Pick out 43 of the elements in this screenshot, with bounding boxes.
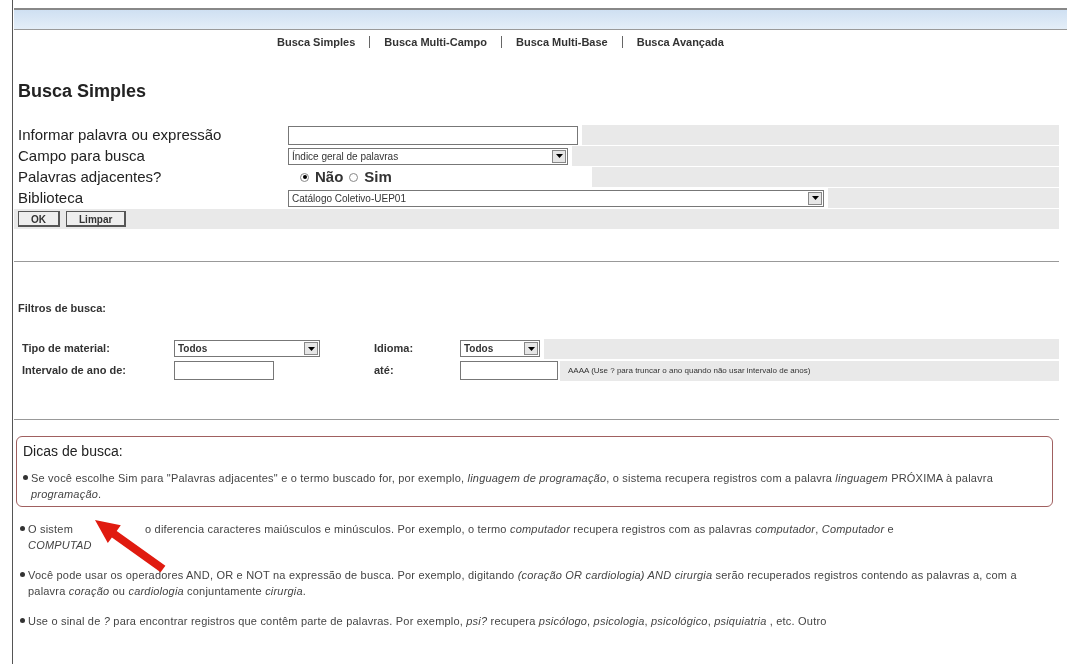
caret-icon (304, 342, 318, 355)
form-button[interactable]: OK (18, 211, 60, 227)
field-label: Biblioteca (18, 187, 84, 208)
tip-text: O sistem (28, 521, 73, 537)
page-title: Busca Simples (18, 80, 148, 103)
hint-text: AAAA (Use ? para truncar o ano quando não usar intervalo de anos) (568, 364, 811, 377)
material-dropdown[interactable]: Todos (174, 340, 320, 357)
nav-link[interactable]: Busca Multi-Base (516, 33, 608, 51)
filter-label: Idioma: (374, 341, 414, 357)
tip-text: o diferencia caracteres maiúsculos e minúsculos. Por exemplo, o termo computador recupera registros com as palavras computador, Computador e (145, 521, 894, 537)
caret-icon (552, 149, 566, 163)
radio-label: Sim (364, 166, 392, 187)
search-field[interactable] (288, 125, 578, 145)
radio-label: Não (315, 166, 344, 187)
year-from-field[interactable] (174, 361, 274, 380)
radio-button[interactable] (349, 172, 359, 182)
bullet-icon (20, 525, 25, 531)
library-dropdown[interactable]: Catálogo Coletivo-UEP01 (288, 189, 824, 207)
field-label: Palavras adjacentes? (18, 166, 162, 187)
field-label: Informar palavra ou expressão (18, 124, 222, 145)
radio-button[interactable] (300, 172, 309, 182)
section-heading: Filtros de busca: (18, 301, 108, 316)
section-heading: Dicas de busca: (23, 441, 124, 461)
filter-label: Tipo de material: (22, 341, 110, 357)
year-to-field[interactable] (460, 361, 558, 380)
tip-text: COMPUTAD (28, 537, 92, 553)
field-dropdown[interactable]: Índice geral de palavras (288, 147, 568, 165)
bullet-icon (20, 617, 25, 623)
tip-text: Use o sinal de ? para encontrar registros que contêm parte de palavras. Por exemplo, psi? recupera psicólogo, psicologia, psicológico, psiquiatria , etc. Outro (28, 613, 827, 629)
nav-link[interactable]: Busca Multi-Campo (384, 33, 487, 51)
bullet-icon (20, 571, 25, 577)
nav-link[interactable]: Busca Avançada (636, 33, 724, 51)
form-button[interactable]: Limpar (66, 211, 127, 227)
caret-icon (524, 342, 538, 355)
field-label: Campo para busca (18, 145, 145, 166)
nav-link[interactable]: Busca Simples (277, 33, 356, 51)
tip-text: Se você escolhe Sim para "Palavras adjacentes" e o termo buscado for, por exemplo, linguagem de programação, o sistema recupera registros com a palavra linguagem PRÓXIMA à palavra programação. (31, 470, 994, 502)
tip-text: Você pode usar os operadores AND, OR e NOT na expressão de busca. Por exemplo, digitando (coração OR cardiologia) AND cirurgia serão recuperados registros contendo as palavras a, com a palavra coração ou cardiologia conjuntamente cirurgia. (28, 567, 1018, 599)
filter-label: até: (374, 363, 394, 379)
language-dropdown[interactable]: Todos (460, 340, 540, 357)
bullet-icon (23, 474, 28, 480)
caret-icon (808, 191, 822, 205)
filter-label: Intervalo de ano de: (22, 363, 126, 379)
